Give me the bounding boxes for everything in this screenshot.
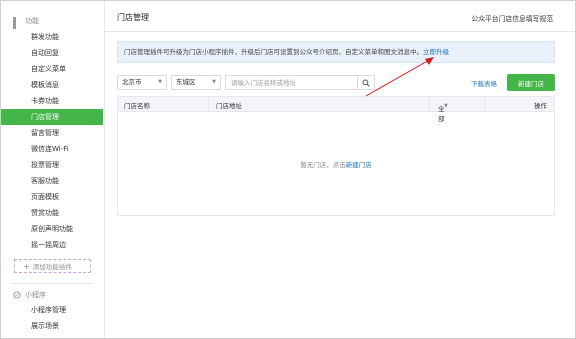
app-frame: 功能 群发功能 自动回复 自定义菜单 模板消息 卡券功能 门店管理 留言管理 微… [0, 0, 576, 339]
annotation-arrow-icon [365, 57, 434, 97]
